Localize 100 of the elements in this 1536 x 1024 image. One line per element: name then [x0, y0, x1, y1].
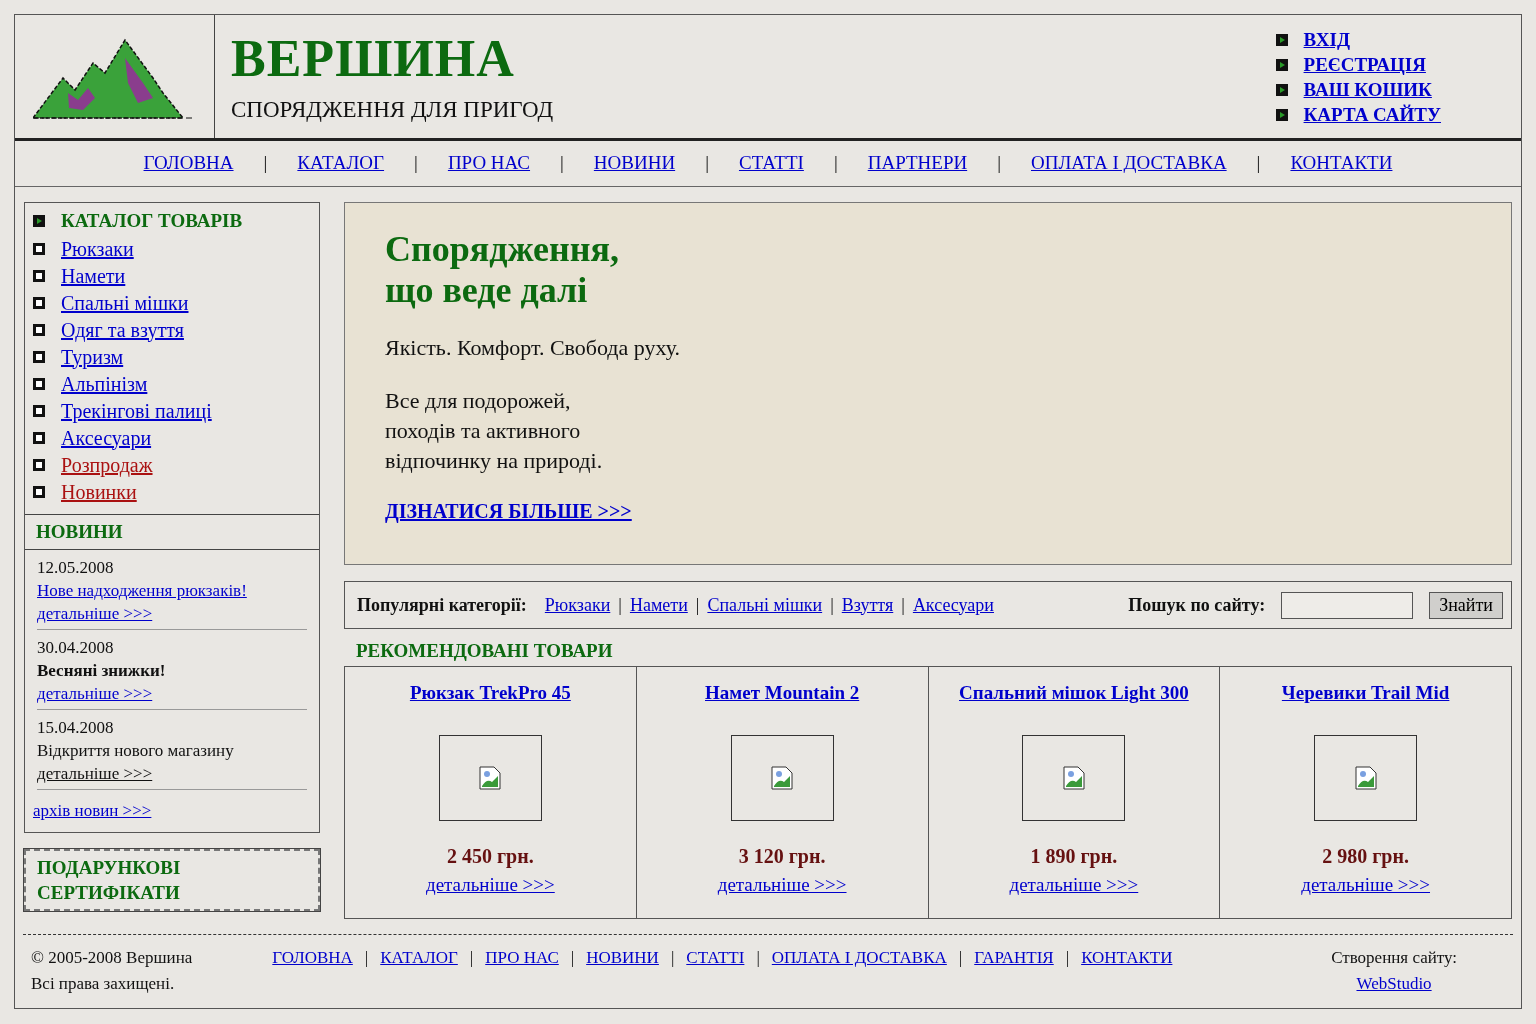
category-link[interactable]: Одяг та взуття [61, 316, 184, 344]
search-button[interactable]: Знайти [1429, 591, 1503, 619]
bullet-icon [33, 486, 45, 498]
news-date: 12.05.2008 [37, 557, 115, 579]
popular-label: Популярні категорії: [357, 593, 527, 617]
learn-more-link[interactable]: ДІЗНАТИСЯ БІЛЬШЕ >>> [385, 496, 632, 526]
category-link[interactable]: Рюкзаки [61, 235, 134, 263]
more-link[interactable]: детальніше >>> [1301, 871, 1430, 900]
category-link[interactable]: Намети [61, 262, 126, 290]
nav-link[interactable]: КОНТАКТИ [1290, 149, 1393, 178]
link-separator: | [364, 947, 369, 969]
category-link[interactable]: Розпродаж [61, 451, 153, 479]
bullet-icon [1275, 58, 1288, 71]
credit-label: Створення сайту: [1331, 947, 1457, 969]
nav-link[interactable]: ПАРТНЕРИ [867, 149, 968, 178]
bullet-icon [1275, 108, 1288, 121]
nav-link[interactable]: ОПЛАТА І ДОСТАВКА [1031, 149, 1227, 178]
bullet-icon [1275, 33, 1288, 46]
bullet-icon [1275, 83, 1288, 96]
broken-image-icon [1062, 766, 1085, 790]
site-title: ВЕРШИНА [231, 33, 516, 85]
footer-link[interactable]: ОПЛАТА І ДОСТАВКА [771, 945, 947, 1008]
product-name-link[interactable]: Намет Mountain 2 [705, 678, 860, 707]
product-price: 2 450 грн. [447, 844, 534, 870]
rights-text: Всі права захищені. [31, 972, 176, 995]
broken-image-icon [1354, 766, 1377, 790]
nav-separator: | [414, 151, 418, 176]
news-title: Весняні знижки! [37, 660, 167, 682]
category-link[interactable]: Взуття [841, 591, 894, 619]
news-date: 15.04.2008 [37, 717, 115, 739]
link-separator: | [830, 593, 834, 617]
bullet-icon [33, 432, 45, 444]
category-link[interactable]: Альпінізм [61, 370, 148, 398]
bullet-icon [33, 405, 45, 417]
broken-image-icon [479, 766, 502, 790]
nav-separator: | [705, 151, 709, 176]
hero-text: Все для подорожей, походів та активного відпочинку на природі. [385, 387, 604, 475]
footer-link[interactable]: НОВИНИ [586, 945, 659, 1008]
category-link[interactable]: Спальні мішки [61, 289, 189, 317]
product-price: 1 890 грн. [1030, 844, 1118, 870]
category-link[interactable]: Туризм [61, 343, 124, 371]
nav-link[interactable]: НОВИНИ [593, 149, 676, 178]
nav-link[interactable]: ПРО НАС [447, 149, 531, 178]
category-link[interactable]: Трекінгові палиці [61, 397, 212, 425]
nav-separator: | [560, 151, 564, 176]
category-link[interactable]: Намети [629, 591, 688, 619]
link-separator: | [570, 947, 575, 969]
more-link[interactable]: детальніше >>> [717, 871, 847, 900]
product-price: 2 980 грн. [1322, 844, 1409, 870]
product-name-link[interactable]: Рюкзак TrekPro 45 [409, 678, 571, 707]
news-archive-link[interactable]: архів новин >>> [33, 801, 152, 820]
news-title-link[interactable]: Нове надходження рюкзаків! [37, 579, 307, 602]
bullet-icon [33, 459, 45, 471]
account-link[interactable]: КАРТА САЙТУ [1303, 102, 1441, 127]
link-separator: | [695, 593, 700, 617]
category-link[interactable]: Новинки [61, 478, 137, 506]
news-date: 30.04.2008 [37, 637, 115, 659]
more-link[interactable]: детальніше >>> [37, 684, 153, 703]
news-heading: НОВИНИ [25, 513, 319, 550]
footer-link[interactable]: ГОЛОВНА [272, 945, 353, 1008]
category-link[interactable]: Аксесуари [912, 591, 994, 619]
category-link[interactable]: Аксесуари [61, 424, 152, 452]
bullet-icon [33, 243, 45, 255]
copyright-text: © 2005-2008 Вершина [31, 947, 193, 969]
account-link[interactable]: ВХІД [1303, 27, 1350, 52]
category-link[interactable]: Рюкзаки [544, 591, 611, 619]
hero-tagline: Якість. Комфорт. Свобода руху. [385, 334, 681, 362]
nav-link[interactable]: ГОЛОВНА [143, 149, 234, 178]
bullet-icon [33, 324, 45, 336]
site-tagline: СПОРЯДЖЕННЯ ДЛЯ ПРИГОД [231, 96, 555, 124]
gift-certificates-banner[interactable]: ПОДАРУНКОВІ СЕРТИФІКАТИ [24, 848, 320, 911]
hero-heading: Спорядження, що веде далі [385, 229, 621, 311]
bullet-icon [33, 215, 45, 228]
search-field[interactable] [1281, 591, 1414, 619]
product-name-link[interactable]: Спальний мішок Light 300 [959, 678, 1189, 707]
footer-link[interactable]: КАТАЛОГ [380, 945, 458, 1008]
news-title: Відкриття нового магазину [37, 740, 235, 762]
link-separator: | [670, 947, 675, 969]
category-link[interactable]: Спальні мішки [707, 591, 823, 619]
more-link[interactable]: детальніше >>> [37, 764, 153, 783]
footer-link[interactable]: ГАРАНТІЯ [974, 945, 1054, 1008]
footer-link[interactable]: КОНТАКТИ [1081, 945, 1173, 1008]
footer-link[interactable]: ПРО НАС [485, 945, 559, 1008]
more-link[interactable]: детальніше >>> [425, 871, 555, 900]
product-price: 3 120 грн. [738, 844, 826, 870]
bullet-icon [33, 378, 45, 390]
more-link[interactable]: детальніше >>> [1009, 871, 1139, 900]
link-separator: | [618, 593, 622, 617]
nav-separator: | [263, 151, 268, 176]
footer-link[interactable]: СТАТТІ [686, 945, 745, 1008]
link-separator: | [1065, 947, 1070, 969]
product-name-link[interactable]: Черевики Trail Mid [1281, 678, 1450, 707]
nav-link[interactable]: КАТАЛОГ [297, 149, 385, 178]
credit-link[interactable]: WebStudio [1356, 973, 1432, 993]
account-link[interactable]: ВАШ КОШИК [1303, 77, 1432, 102]
more-link[interactable]: детальніше >>> [37, 604, 153, 623]
link-separator: | [958, 947, 963, 969]
bullet-icon [33, 270, 45, 282]
nav-link[interactable]: СТАТТІ [738, 149, 804, 178]
account-link[interactable]: РЕЄСТРАЦІЯ [1303, 52, 1426, 77]
